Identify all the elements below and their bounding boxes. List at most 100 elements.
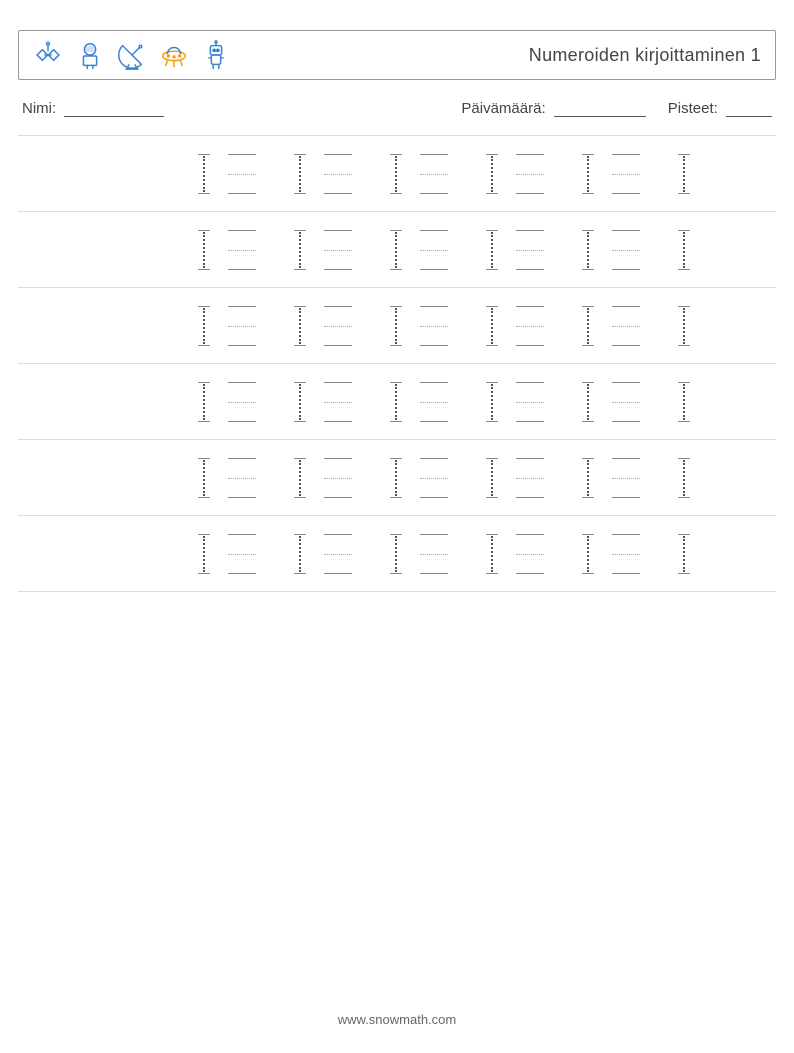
- write-blank[interactable]: [516, 230, 544, 270]
- cell-pair: [198, 458, 256, 498]
- cell-pair: [582, 154, 640, 194]
- cell-pair: [294, 458, 352, 498]
- write-blank[interactable]: [324, 154, 352, 194]
- trace-digit-1[interactable]: [486, 306, 498, 346]
- write-blank[interactable]: [516, 458, 544, 498]
- trace-digit-1[interactable]: [390, 154, 402, 194]
- cell-pair: [582, 230, 640, 270]
- score-label: Pisteet:: [668, 100, 718, 117]
- cell-pair: [582, 306, 640, 346]
- trace-digit-1[interactable]: [678, 154, 690, 194]
- astronaut-icon: [75, 40, 105, 70]
- write-blank[interactable]: [420, 458, 448, 498]
- write-blank[interactable]: [324, 534, 352, 574]
- trace-digit-1[interactable]: [294, 306, 306, 346]
- trace-digit-1[interactable]: [390, 458, 402, 498]
- trace-digit-1[interactable]: [582, 534, 594, 574]
- cell-pair: [198, 382, 256, 422]
- write-blank[interactable]: [228, 458, 256, 498]
- trace-digit-1[interactable]: [678, 458, 690, 498]
- trace-digit-1[interactable]: [582, 154, 594, 194]
- write-blank[interactable]: [228, 306, 256, 346]
- date-blank[interactable]: [554, 102, 646, 117]
- trace-digit-1[interactable]: [486, 534, 498, 574]
- write-blank[interactable]: [612, 306, 640, 346]
- trace-digit-1[interactable]: [390, 306, 402, 346]
- write-blank[interactable]: [324, 306, 352, 346]
- trace-digit-1[interactable]: [678, 230, 690, 270]
- write-blank[interactable]: [612, 230, 640, 270]
- name-blank[interactable]: [64, 102, 164, 117]
- write-blank[interactable]: [324, 230, 352, 270]
- trace-digit-1[interactable]: [198, 534, 210, 574]
- trace-digit-1[interactable]: [198, 382, 210, 422]
- score-field: Pisteet:: [668, 100, 772, 117]
- trace-digit-1[interactable]: [678, 306, 690, 346]
- cell-pair: [390, 458, 448, 498]
- cell-pair: [198, 230, 256, 270]
- cell-pair: [486, 534, 544, 574]
- practice-cells: [198, 306, 690, 346]
- date-label: Päivämäärä:: [461, 100, 545, 117]
- trace-digit-1[interactable]: [198, 230, 210, 270]
- write-blank[interactable]: [228, 230, 256, 270]
- cell-pair: [294, 230, 352, 270]
- trace-digit-1[interactable]: [294, 382, 306, 422]
- write-blank[interactable]: [420, 382, 448, 422]
- write-blank[interactable]: [612, 154, 640, 194]
- write-blank[interactable]: [612, 534, 640, 574]
- write-blank[interactable]: [516, 382, 544, 422]
- cell-pair: [582, 534, 640, 574]
- cell-pair: [198, 154, 256, 194]
- write-blank[interactable]: [228, 154, 256, 194]
- cell-pair: [294, 306, 352, 346]
- cell-pair: [390, 154, 448, 194]
- header-icons: [33, 40, 231, 70]
- write-blank[interactable]: [420, 230, 448, 270]
- trace-digit-1[interactable]: [294, 534, 306, 574]
- write-blank[interactable]: [516, 306, 544, 346]
- practice-cells: [198, 154, 690, 194]
- write-blank[interactable]: [612, 382, 640, 422]
- trace-digit-1[interactable]: [678, 534, 690, 574]
- trace-digit-1[interactable]: [294, 230, 306, 270]
- trace-digit-1[interactable]: [198, 458, 210, 498]
- trace-digit-1[interactable]: [582, 382, 594, 422]
- cell-pair: [486, 382, 544, 422]
- cell-pair: [294, 382, 352, 422]
- practice-row: [18, 212, 776, 288]
- trace-digit-1[interactable]: [198, 306, 210, 346]
- practice-rows: [18, 135, 776, 592]
- trace-digit-1[interactable]: [486, 230, 498, 270]
- trace-digit-1[interactable]: [582, 230, 594, 270]
- robot-icon: [201, 40, 231, 70]
- cell-pair: [486, 154, 544, 194]
- trace-digit-1[interactable]: [390, 534, 402, 574]
- write-blank[interactable]: [420, 154, 448, 194]
- write-blank[interactable]: [228, 382, 256, 422]
- cell-pair: [198, 534, 256, 574]
- trace-digit-1[interactable]: [582, 306, 594, 346]
- trace-digit-1[interactable]: [390, 230, 402, 270]
- write-blank[interactable]: [612, 458, 640, 498]
- write-blank[interactable]: [228, 534, 256, 574]
- cell-pair: [486, 230, 544, 270]
- write-blank[interactable]: [420, 306, 448, 346]
- write-blank[interactable]: [324, 458, 352, 498]
- trace-digit-1[interactable]: [486, 382, 498, 422]
- write-blank[interactable]: [516, 154, 544, 194]
- radar-dish-icon: [117, 40, 147, 70]
- trace-digit-1[interactable]: [294, 458, 306, 498]
- trace-digit-1[interactable]: [390, 382, 402, 422]
- trace-digit-1[interactable]: [294, 154, 306, 194]
- write-blank[interactable]: [516, 534, 544, 574]
- trace-digit-1[interactable]: [582, 458, 594, 498]
- trace-digit-1[interactable]: [678, 382, 690, 422]
- write-blank[interactable]: [324, 382, 352, 422]
- cell-pair: [390, 534, 448, 574]
- score-blank[interactable]: [726, 102, 772, 117]
- trace-digit-1[interactable]: [486, 154, 498, 194]
- trace-digit-1[interactable]: [198, 154, 210, 194]
- trace-digit-1[interactable]: [486, 458, 498, 498]
- write-blank[interactable]: [420, 534, 448, 574]
